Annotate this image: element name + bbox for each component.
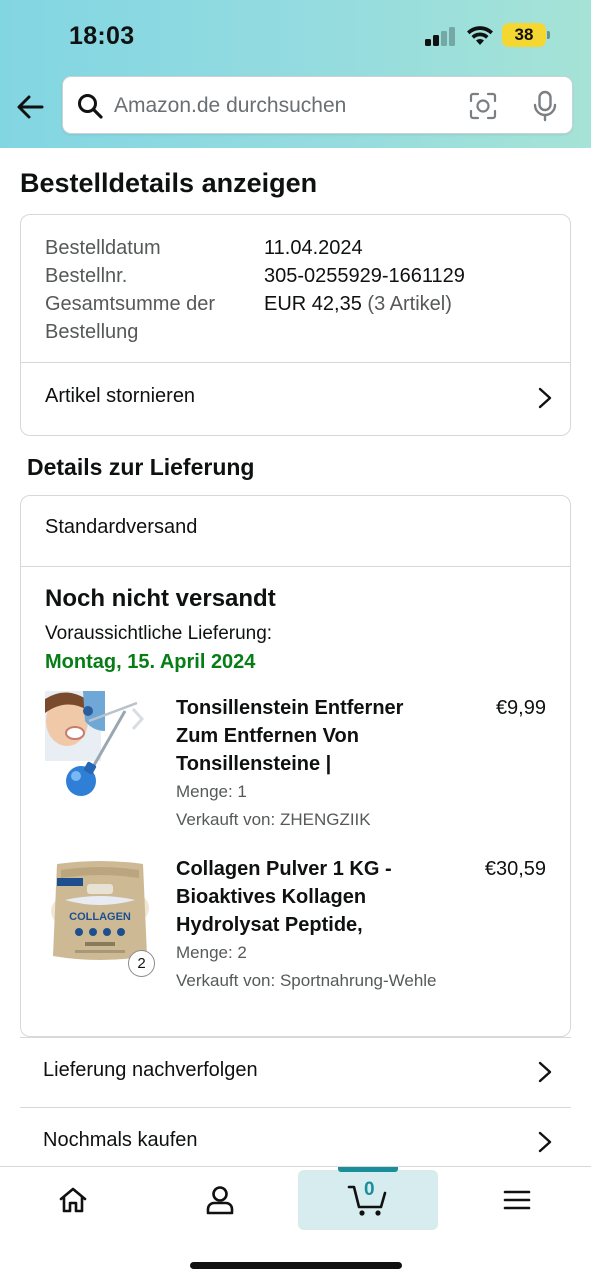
item-title-line: Zum Entfernen Von [176, 725, 359, 747]
back-arrow-icon[interactable] [12, 88, 50, 126]
search-placeholder: Amazon.de durchsuchen [114, 94, 347, 117]
cancel-items-row[interactable]: Artikel stornieren [21, 363, 570, 435]
order-date-label: Bestelldatum [45, 237, 161, 259]
nav-home[interactable] [3, 1170, 143, 1230]
item-title-line: Tonsillenstein Entferner [176, 697, 404, 719]
shipping-method: Standardversand [45, 516, 198, 538]
delivery-section-title: Details zur Lieferung [27, 454, 255, 480]
chevron-right-icon [538, 387, 552, 409]
home-icon [59, 1187, 87, 1213]
order-summary-card: Bestelldatum 11.04.2024 Bestellnr. 305-0… [20, 214, 571, 436]
nav-account[interactable] [150, 1170, 290, 1230]
item-title[interactable]: Collagen Pulver 1 KG - Bioaktives Kollag… [176, 855, 431, 939]
chevron-right-icon [538, 1061, 552, 1083]
order-date-value: 11.04.2024 [264, 237, 363, 259]
delivery-card: Standardversand Noch nicht versandt Vora… [20, 495, 571, 1037]
item-title-line: Hydrolysat Peptide, [176, 914, 363, 936]
active-tab-indicator [338, 1167, 398, 1172]
divider [21, 566, 570, 567]
page-title: Bestelldetails anzeigen [20, 168, 318, 198]
product-image [45, 691, 155, 801]
cancel-items-label: Artikel stornieren [45, 385, 196, 407]
item-price: €30,59 [484, 858, 546, 880]
order-number-value: 305-0255929-1661129 [264, 265, 465, 287]
order-number-label: Bestellnr. [45, 265, 128, 287]
item-title[interactable]: Tonsillenstein Entferner Zum Entfernen V… [176, 694, 431, 778]
cart-count: 0 [364, 1179, 375, 1200]
battery-indicator: 38 [502, 23, 546, 47]
search-icon [78, 94, 103, 119]
microphone-icon[interactable] [531, 90, 559, 122]
item-seller: Verkauft von: ZHENGZIIK [176, 810, 371, 829]
nav-cart[interactable]: 0 [298, 1167, 438, 1230]
item-title-line: Bioaktives Kollagen [176, 886, 367, 908]
order-total-item-count: (3 Artikel) [367, 293, 452, 315]
buy-again-label: Nochmals kaufen [43, 1129, 198, 1151]
track-delivery-label: Lieferung nachverfolgen [43, 1059, 258, 1081]
nav-menu[interactable] [447, 1170, 587, 1230]
item-seller: Verkauft von: Sportnahrung-Wehle [176, 971, 437, 990]
tonsil-stone-remover-image[interactable] [45, 691, 155, 801]
collagen-label-text: COLLAGEN [69, 911, 131, 923]
item-quantity: Menge: 1 [176, 782, 247, 801]
cellular-signal-icon [425, 26, 457, 46]
item-quantity: Menge: 2 [176, 943, 247, 962]
account-icon [206, 1186, 234, 1215]
order-total-amount: EUR 42,35 [264, 293, 362, 315]
quantity-badge: 2 [128, 950, 155, 977]
menu-icon [503, 1190, 531, 1210]
item-price: €9,99 [495, 697, 546, 719]
chevron-right-icon [538, 1131, 552, 1153]
camera-lens-icon[interactable] [469, 92, 497, 120]
order-total-value: EUR 42,35 (3 Artikel) [264, 290, 452, 318]
eta-date: Montag, 15. April 2024 [45, 651, 256, 673]
item-title-line: Tonsillensteine | [176, 753, 332, 775]
eta-label: Voraussichtliche Lieferung: [45, 623, 273, 644]
header: 18:03 38 Amazon.de durchsuchen [0, 0, 591, 148]
order-total-label-line1: Gesamtsumme der [45, 293, 216, 315]
track-delivery-row[interactable]: Lieferung nachverfolgen [20, 1037, 571, 1107]
home-indicator [190, 1262, 402, 1269]
order-total-label-line2: Bestellung [45, 321, 139, 343]
search-input[interactable]: Amazon.de durchsuchen [62, 76, 573, 134]
battery-cap [547, 31, 550, 39]
item-title-line: Collagen Pulver 1 KG - [176, 858, 392, 880]
shipping-status: Noch nicht versandt [45, 585, 276, 612]
status-time: 18:03 [69, 22, 135, 50]
wifi-icon [467, 26, 493, 45]
